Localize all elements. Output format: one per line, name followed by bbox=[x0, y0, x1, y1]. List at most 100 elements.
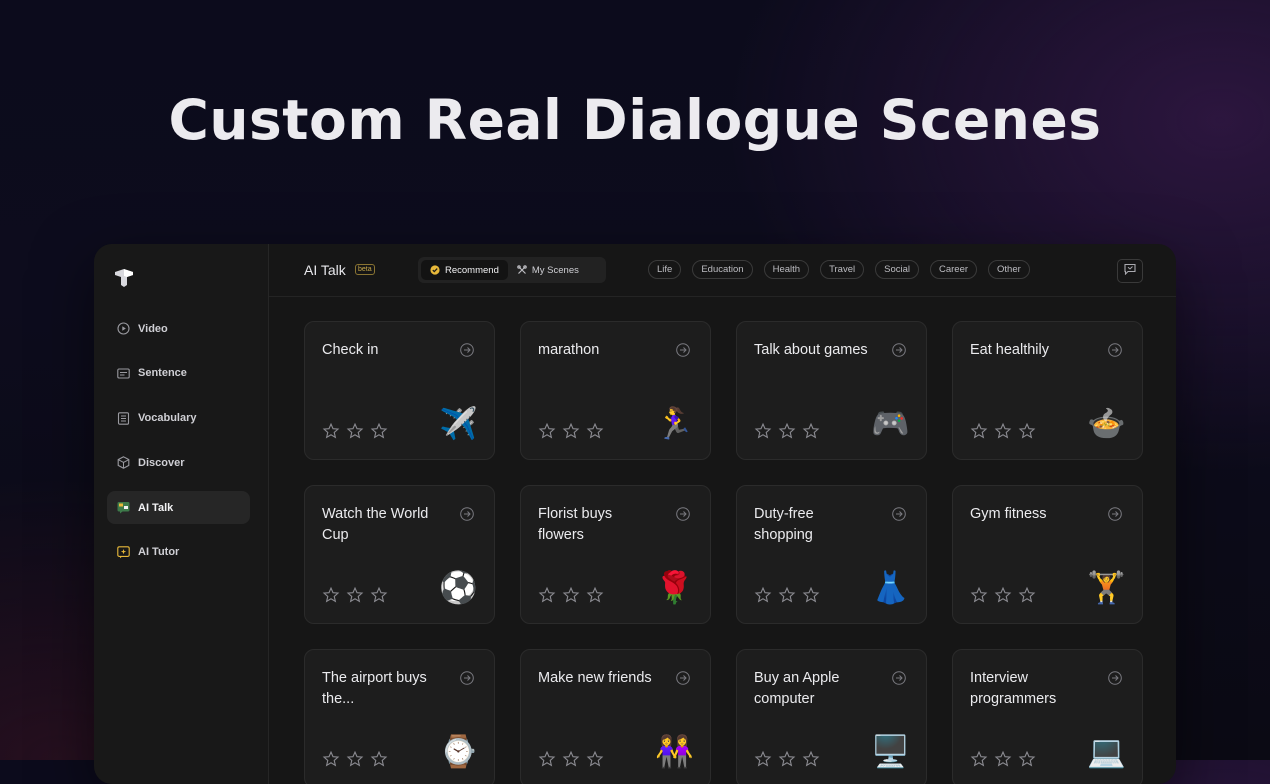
star-icon bbox=[1018, 750, 1036, 768]
scene-title: Watch the World Cup bbox=[322, 506, 429, 543]
star-icon bbox=[754, 586, 772, 604]
star-rating bbox=[322, 422, 394, 440]
sidebar-item-ai-tutor[interactable]: AI Tutor bbox=[107, 536, 250, 569]
star-icon bbox=[538, 422, 556, 440]
friends-icon: 👭 bbox=[655, 734, 694, 769]
top-bar: AI Talk beta Recommend My Scenes Life Ed… bbox=[269, 244, 1176, 297]
scene-title: marathon bbox=[538, 342, 600, 358]
sidebar-item-label: AI Tutor bbox=[138, 546, 180, 559]
tools-icon bbox=[517, 265, 527, 275]
laptop-icon: 💻 bbox=[1087, 734, 1126, 769]
category-chip-career[interactable]: Career bbox=[929, 260, 978, 279]
sidebar-item-label: Vocabulary bbox=[138, 412, 197, 425]
category-chip-health[interactable]: Health bbox=[763, 260, 810, 279]
star-icon bbox=[370, 422, 388, 440]
runner-icon: 🏃‍♀️ bbox=[655, 406, 694, 441]
star-rating bbox=[538, 422, 610, 440]
star-icon bbox=[322, 422, 340, 440]
star-icon bbox=[802, 586, 820, 604]
star-rating bbox=[322, 750, 394, 768]
sidebar-item-discover[interactable]: Discover bbox=[107, 446, 250, 479]
scene-card-make-new-friends[interactable]: Make new friends 👭 bbox=[520, 649, 711, 784]
sidebar-item-label: Sentence bbox=[138, 367, 187, 380]
feedback-icon bbox=[1124, 262, 1136, 280]
arrow-circle-icon[interactable] bbox=[1108, 343, 1122, 357]
star-icon bbox=[754, 422, 772, 440]
star-icon bbox=[586, 586, 604, 604]
arrow-circle-icon[interactable] bbox=[1108, 507, 1122, 521]
star-icon bbox=[994, 750, 1012, 768]
star-rating bbox=[538, 586, 610, 604]
scene-card-eat-healthily[interactable]: Eat healthily 🍲 bbox=[952, 321, 1143, 460]
sidebar: Video Sentence Vocabulary Discover AI Ta… bbox=[94, 244, 269, 784]
check-badge-icon bbox=[430, 265, 440, 275]
star-icon bbox=[1018, 422, 1036, 440]
category-chip-other[interactable]: Other bbox=[988, 260, 1030, 279]
arrow-circle-icon[interactable] bbox=[1108, 671, 1122, 685]
star-icon bbox=[778, 422, 796, 440]
airplane-icon: ✈️ bbox=[439, 406, 478, 441]
arrow-circle-icon[interactable] bbox=[892, 671, 906, 685]
star-icon bbox=[754, 750, 772, 768]
subtitle-icon bbox=[117, 367, 130, 380]
scene-title: Florist buys flowers bbox=[538, 506, 613, 543]
scene-card-watch-the-world-cup[interactable]: Watch the World Cup ⚽ bbox=[304, 485, 495, 624]
star-rating bbox=[970, 586, 1042, 604]
star-icon bbox=[346, 750, 364, 768]
scene-card-check-in[interactable]: Check in ✈️ bbox=[304, 321, 495, 460]
hero-title: Custom Real Dialogue Scenes bbox=[168, 88, 1102, 152]
scene-card-duty-free-shopping[interactable]: Duty-free shopping 👗 bbox=[736, 485, 927, 624]
scene-card-gym-fitness[interactable]: Gym fitness 🏋️ bbox=[952, 485, 1143, 624]
star-icon bbox=[970, 422, 988, 440]
star-rating bbox=[754, 586, 826, 604]
category-chip-travel[interactable]: Travel bbox=[820, 260, 865, 279]
star-rating bbox=[970, 750, 1042, 768]
dress-icon: 👗 bbox=[871, 570, 910, 605]
arrow-circle-icon[interactable] bbox=[460, 343, 474, 357]
scene-card-interview-programmers[interactable]: Interview programmers 💻 bbox=[952, 649, 1143, 784]
star-rating bbox=[538, 750, 610, 768]
sidebar-item-sentence[interactable]: Sentence bbox=[107, 357, 250, 390]
arrow-circle-icon[interactable] bbox=[676, 507, 690, 521]
scene-card-marathon[interactable]: marathon 🏃‍♀️ bbox=[520, 321, 711, 460]
star-icon bbox=[562, 586, 580, 604]
sidebar-item-ai-talk[interactable]: AI Talk bbox=[107, 491, 250, 525]
soup-bowl-icon: 🍲 bbox=[1087, 406, 1126, 441]
scene-card-florist-buys-flowers[interactable]: Florist buys flowers 🌹 bbox=[520, 485, 711, 624]
arrow-circle-icon[interactable] bbox=[892, 507, 906, 521]
star-rating bbox=[754, 750, 826, 768]
category-filters: Life Education Health Travel Social Care… bbox=[648, 260, 1041, 279]
arrow-circle-icon[interactable] bbox=[892, 343, 906, 357]
star-icon bbox=[370, 586, 388, 604]
category-chip-social[interactable]: Social bbox=[875, 260, 919, 279]
category-chip-life[interactable]: Life bbox=[648, 260, 682, 279]
desktop-computer-icon: 🖥️ bbox=[871, 734, 910, 769]
ai-talk-icon bbox=[117, 501, 130, 514]
feedback-button[interactable] bbox=[1117, 259, 1143, 283]
category-chip-education[interactable]: Education bbox=[692, 260, 753, 279]
arrow-circle-icon[interactable] bbox=[676, 343, 690, 357]
scene-card-buy-an-apple-computer[interactable]: Buy an Apple computer 🖥️ bbox=[736, 649, 927, 784]
scene-title: Eat healthily bbox=[970, 342, 1049, 358]
sidebar-item-label: Video bbox=[138, 322, 168, 335]
sidebar-item-video[interactable]: Video bbox=[107, 312, 250, 345]
tab-label: Recommend bbox=[445, 264, 499, 276]
scene-title: Buy an Apple computer bbox=[754, 670, 840, 707]
app-window: Video Sentence Vocabulary Discover AI Ta… bbox=[94, 244, 1176, 784]
star-icon bbox=[994, 586, 1012, 604]
tab-recommend[interactable]: Recommend bbox=[421, 260, 508, 280]
scene-card-the-airport-buys-the[interactable]: The airport buys the... ⌚ bbox=[304, 649, 495, 784]
tab-my-scenes[interactable]: My Scenes bbox=[508, 260, 588, 280]
arrow-circle-icon[interactable] bbox=[460, 671, 474, 685]
star-rating bbox=[322, 586, 394, 604]
sidebar-item-vocabulary[interactable]: Vocabulary bbox=[107, 402, 250, 435]
arrow-circle-icon[interactable] bbox=[676, 671, 690, 685]
star-icon bbox=[322, 586, 340, 604]
star-icon bbox=[562, 750, 580, 768]
star-icon bbox=[778, 586, 796, 604]
star-icon bbox=[802, 422, 820, 440]
scene-title: Gym fitness bbox=[970, 506, 1047, 522]
scene-card-talk-about-games[interactable]: Talk about games 🎮 bbox=[736, 321, 927, 460]
app-logo[interactable] bbox=[114, 268, 134, 288]
arrow-circle-icon[interactable] bbox=[460, 507, 474, 521]
